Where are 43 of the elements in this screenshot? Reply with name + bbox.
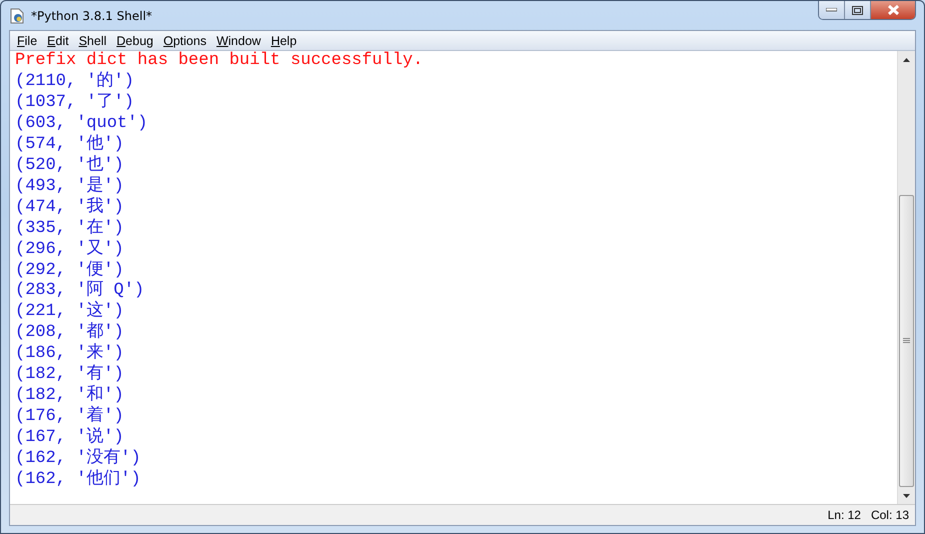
output-line: (182, '和'): [15, 386, 124, 406]
menu-item[interactable]: Options: [158, 34, 212, 48]
output-line: (474, '我'): [15, 198, 124, 218]
window-title: *Python 3.8.1 Shell*: [31, 8, 154, 22]
output-line: (296, '又'): [15, 240, 124, 260]
output-line: (520, '也'): [15, 156, 124, 176]
menu-item[interactable]: Debug: [112, 34, 158, 48]
output-line: (493, '是'): [15, 176, 124, 197]
python-file-icon: [9, 8, 25, 24]
grip-icon: [903, 338, 910, 344]
output-line: (221, '这'): [15, 302, 124, 322]
close-icon: [886, 5, 900, 15]
line-number-status: Ln: 12: [828, 508, 861, 522]
menu-item[interactable]: Help: [266, 34, 302, 48]
minimize-button[interactable]: [819, 1, 845, 19]
menu-item[interactable]: Window: [211, 34, 266, 48]
output-line: (162, '他们'): [15, 470, 141, 492]
output-line: (1037, '了'): [15, 92, 134, 114]
maximize-button[interactable]: [845, 1, 871, 19]
output-line: (574, '他'): [15, 134, 124, 155]
vertical-scrollbar[interactable]: [898, 51, 915, 504]
output-line: (162, '没有'): [15, 449, 141, 469]
output-line: (292, '便'): [15, 260, 124, 280]
menu-item[interactable]: File: [12, 34, 42, 48]
output-line: (2110, '的'): [15, 72, 134, 93]
output-line: (186, '来'): [15, 344, 124, 364]
scroll-down-icon[interactable]: [903, 494, 910, 498]
output-line: (167, '说'): [15, 428, 124, 448]
output-line: (335, '在'): [15, 218, 124, 240]
output-line: (176, '着'): [15, 407, 124, 427]
minimize-icon: [826, 8, 837, 12]
output-line: (208, '都'): [15, 323, 124, 343]
output-line: (182, '有'): [15, 365, 124, 385]
scroll-up-icon[interactable]: [903, 58, 910, 62]
error-message-line: Prefix dict has been built successfully.: [15, 51, 424, 72]
maximize-icon: [852, 6, 863, 14]
menu-item[interactable]: Edit: [42, 34, 74, 48]
output-line: (603, 'quot'): [15, 114, 148, 134]
scrollbar-thumb[interactable]: [899, 195, 914, 487]
close-button[interactable]: [871, 1, 915, 19]
output-line: (283, '阿 Q'): [15, 281, 144, 300]
column-number-status: Col: 13: [870, 508, 909, 522]
menu-item[interactable]: Shell: [74, 34, 112, 48]
